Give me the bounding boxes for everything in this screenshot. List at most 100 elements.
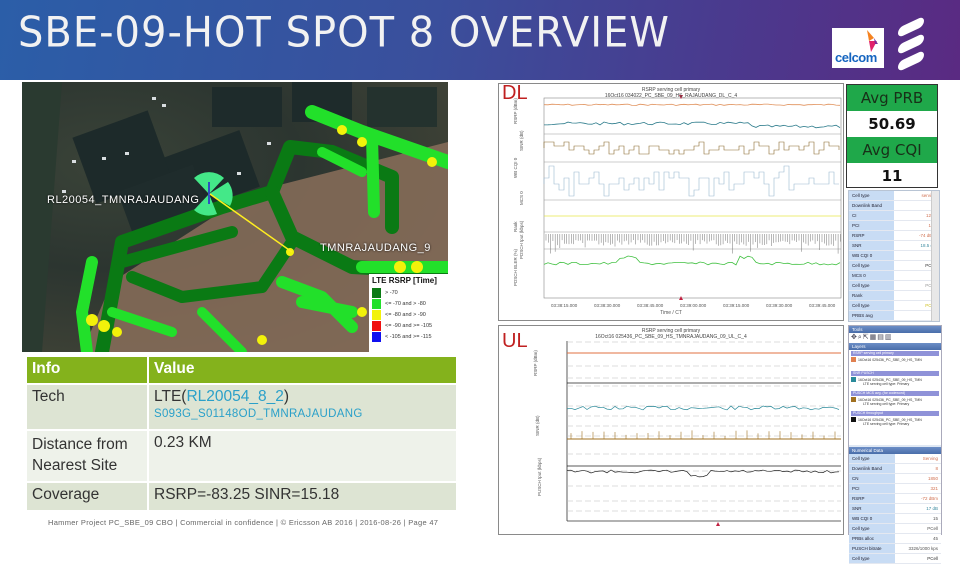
- grid-row[interactable]: Cell typePCell: [849, 261, 939, 271]
- grid-row[interactable]: PUSCH bitrate 3326/1000 kps: [849, 544, 941, 554]
- dl-x-tick: 03:38:30.000: [594, 303, 621, 308]
- grid-key: WB CQI 0: [849, 251, 894, 260]
- tool-pointer-icon[interactable]: ✥: [851, 334, 858, 341]
- numerical-data-header[interactable]: Numerical Data: [849, 447, 941, 454]
- tool-export-icon[interactable]: ▥: [885, 334, 893, 341]
- layer-sub: LTE serving cell type: Primary: [863, 382, 910, 386]
- legend-swatch: [372, 309, 381, 320]
- grid-row[interactable]: SNR 17 dB: [849, 504, 941, 514]
- grid-value: 15: [932, 516, 938, 521]
- dl-axis-label: WB CQI 0: [513, 157, 518, 178]
- legend-swatch: [372, 287, 381, 298]
- grid-key: Cell type: [849, 524, 895, 533]
- dl-numerical-grid[interactable]: Cell typeservingDownlink Band8CI1200PCI1…: [848, 190, 940, 322]
- grid-row[interactable]: WB CQI 0 15: [849, 514, 941, 524]
- legend-item: <= -70 and > -80: [372, 298, 448, 309]
- dl-axis-label: PDSCH tput (kbps): [519, 220, 524, 259]
- tech-suffix: ): [283, 388, 290, 405]
- grid-row[interactable]: PCI 321: [849, 484, 941, 494]
- tools-toolbar: ✥⌕⇱▦▤▥: [849, 333, 941, 343]
- dl-mcs-trace: [543, 165, 839, 197]
- grid-key: SNR: [849, 241, 894, 250]
- tool-pan-icon[interactable]: ⇱: [863, 334, 870, 341]
- grid-key: Cell type: [849, 454, 895, 463]
- drive-test-map[interactable]: RL20054_TMNRAJAUDANG TMNRAJAUDANG_9 LTE …: [22, 82, 448, 352]
- layer-item[interactable]: PUSCH MCS avg. (for codeword) 16Oct16 025…: [851, 391, 939, 411]
- ericsson-logo-icon: [898, 15, 924, 73]
- grid-key: Downlink Band: [849, 201, 894, 210]
- ul-numerical-grid[interactable]: Cell type Serving Downlink Band 8 CN 1850 PCI 3…: [849, 454, 941, 564]
- grid-row[interactable]: PDSCH bitrate6470000 bps: [849, 321, 939, 322]
- legend-swatch: [372, 298, 381, 309]
- header-info: Info: [27, 357, 147, 383]
- kpi-avg-cqi-value: 11: [881, 167, 903, 185]
- header-value: Value: [149, 357, 456, 383]
- grid-key: Rank: [849, 291, 894, 300]
- grid-row[interactable]: Cell typePCell: [849, 281, 939, 291]
- grid-row[interactable]: PCI161: [849, 221, 939, 231]
- grid-key: Cell type: [849, 281, 894, 290]
- grid-key: Downlink Band: [849, 464, 895, 473]
- grid-key: PCI: [849, 484, 895, 493]
- grid-row[interactable]: WB CQI 012: [849, 251, 939, 261]
- ul-chart-title: RSRP serving cell primary 16Oct16 025436…: [499, 328, 843, 340]
- tech-cell-link[interactable]: RL20054_8_2: [186, 388, 283, 405]
- ul-chart-panel: RSRP (dBm) SINR (dB) PUSCH tput (kbps) UL …: [498, 325, 844, 535]
- ul-axis-label: SINR (dB): [535, 415, 540, 436]
- grid-row[interactable]: Rank2: [849, 291, 939, 301]
- kpi-avg-cqi-label: Avg CQI: [847, 137, 937, 163]
- grid-key: Cell type: [849, 261, 894, 270]
- layer-name: SNR PUSCH: [851, 371, 939, 376]
- dl-bler-trace: [543, 255, 841, 266]
- grid-key: RSRP: [849, 231, 894, 240]
- layer-name: PUSCH MCS avg. (for codeword): [851, 391, 939, 396]
- dl-axis-label: SINR (dB): [519, 130, 524, 151]
- grid-row[interactable]: Cell typePCell: [849, 301, 939, 311]
- grid-row[interactable]: PRBs alloc 45: [849, 534, 941, 544]
- grid-key: WB CQI 0: [849, 514, 895, 523]
- grid-row[interactable]: Cell typePCell: [849, 554, 941, 564]
- cell-label: TMNRAJAUDANG_9: [320, 242, 431, 254]
- table-row: Coverage RSRP=-83.25 SINR=15.18: [27, 483, 456, 510]
- grid-value: 3326/1000 kps: [908, 546, 938, 551]
- dl-rsrp-trace: [543, 103, 841, 106]
- dl-title-line2: 16Oct16 034022_PC_SBE_09_HS_RAJAUDANG_DL…: [604, 93, 738, 99]
- tools-header[interactable]: Tools: [849, 326, 941, 333]
- legend-label: <= -90 and >= -105: [385, 322, 433, 329]
- grid-value: 8: [935, 466, 938, 471]
- layer-name: PUSCH throughput: [851, 411, 939, 416]
- grid-row[interactable]: Cell type Serving: [849, 454, 941, 464]
- pond: [212, 87, 282, 127]
- layer-item[interactable]: SNR PUSCH 16Oct16 025436_PC_SBE_09_HS_TMN…: [851, 371, 939, 391]
- pond: [367, 87, 437, 127]
- tech-site-name: S093G_S01148OD_TMNRAJAUDANG: [154, 408, 363, 420]
- layer-item[interactable]: PUSCH throughput 16Oct16 025436_PC_SBE_09…: [851, 411, 939, 431]
- grid-row[interactable]: Cell type serving: [849, 191, 939, 201]
- grid-row[interactable]: Downlink Band 8: [849, 464, 941, 474]
- layer-color-swatch: [851, 417, 856, 422]
- dl-axis-label: Rank: [513, 221, 518, 232]
- grid-row[interactable]: RSRP -72 dBm: [849, 494, 941, 504]
- grid-row[interactable]: CN 1850: [849, 474, 941, 484]
- grid-row[interactable]: MCS 021: [849, 271, 939, 281]
- kpi-box: Avg PRB 50.69 Avg CQI 11: [846, 84, 938, 188]
- grid-key: PRBS avg: [849, 311, 894, 320]
- tool-table-icon[interactable]: ▤: [877, 334, 885, 341]
- slide-footer: Hammer Project PC_SBE_09 CBO | Commercia…: [48, 518, 439, 527]
- legend-label: > -70: [385, 289, 398, 296]
- grid-row[interactable]: CI1200: [849, 211, 939, 221]
- grid-value: PCell: [927, 556, 938, 561]
- grid-row[interactable]: SNR 18.5 dB: [849, 241, 939, 251]
- grid-key: Cell type: [849, 301, 894, 310]
- layer-item[interactable]: RSRP serving cell primary 16Oct16 025436_…: [851, 351, 939, 371]
- grid-row[interactable]: PRBS avg50: [849, 311, 939, 321]
- dl-plot-frame: [543, 97, 842, 299]
- layers-header[interactable]: Layers: [849, 343, 941, 350]
- grid-row[interactable]: RSRP -74 dBm: [849, 231, 939, 241]
- dl-grid-scrollbar[interactable]: [931, 191, 939, 321]
- legend-swatch: [372, 331, 381, 342]
- site-label: RL20054_TMNRAJAUDANG: [47, 194, 200, 206]
- dl-chart-panel: RSRP (dBm) SINR (dB) WB CQI 0 MCS 0 Rank PDSC…: [498, 82, 844, 321]
- grid-row[interactable]: Cell typePCell: [849, 524, 941, 534]
- grid-row[interactable]: Downlink Band8: [849, 201, 939, 211]
